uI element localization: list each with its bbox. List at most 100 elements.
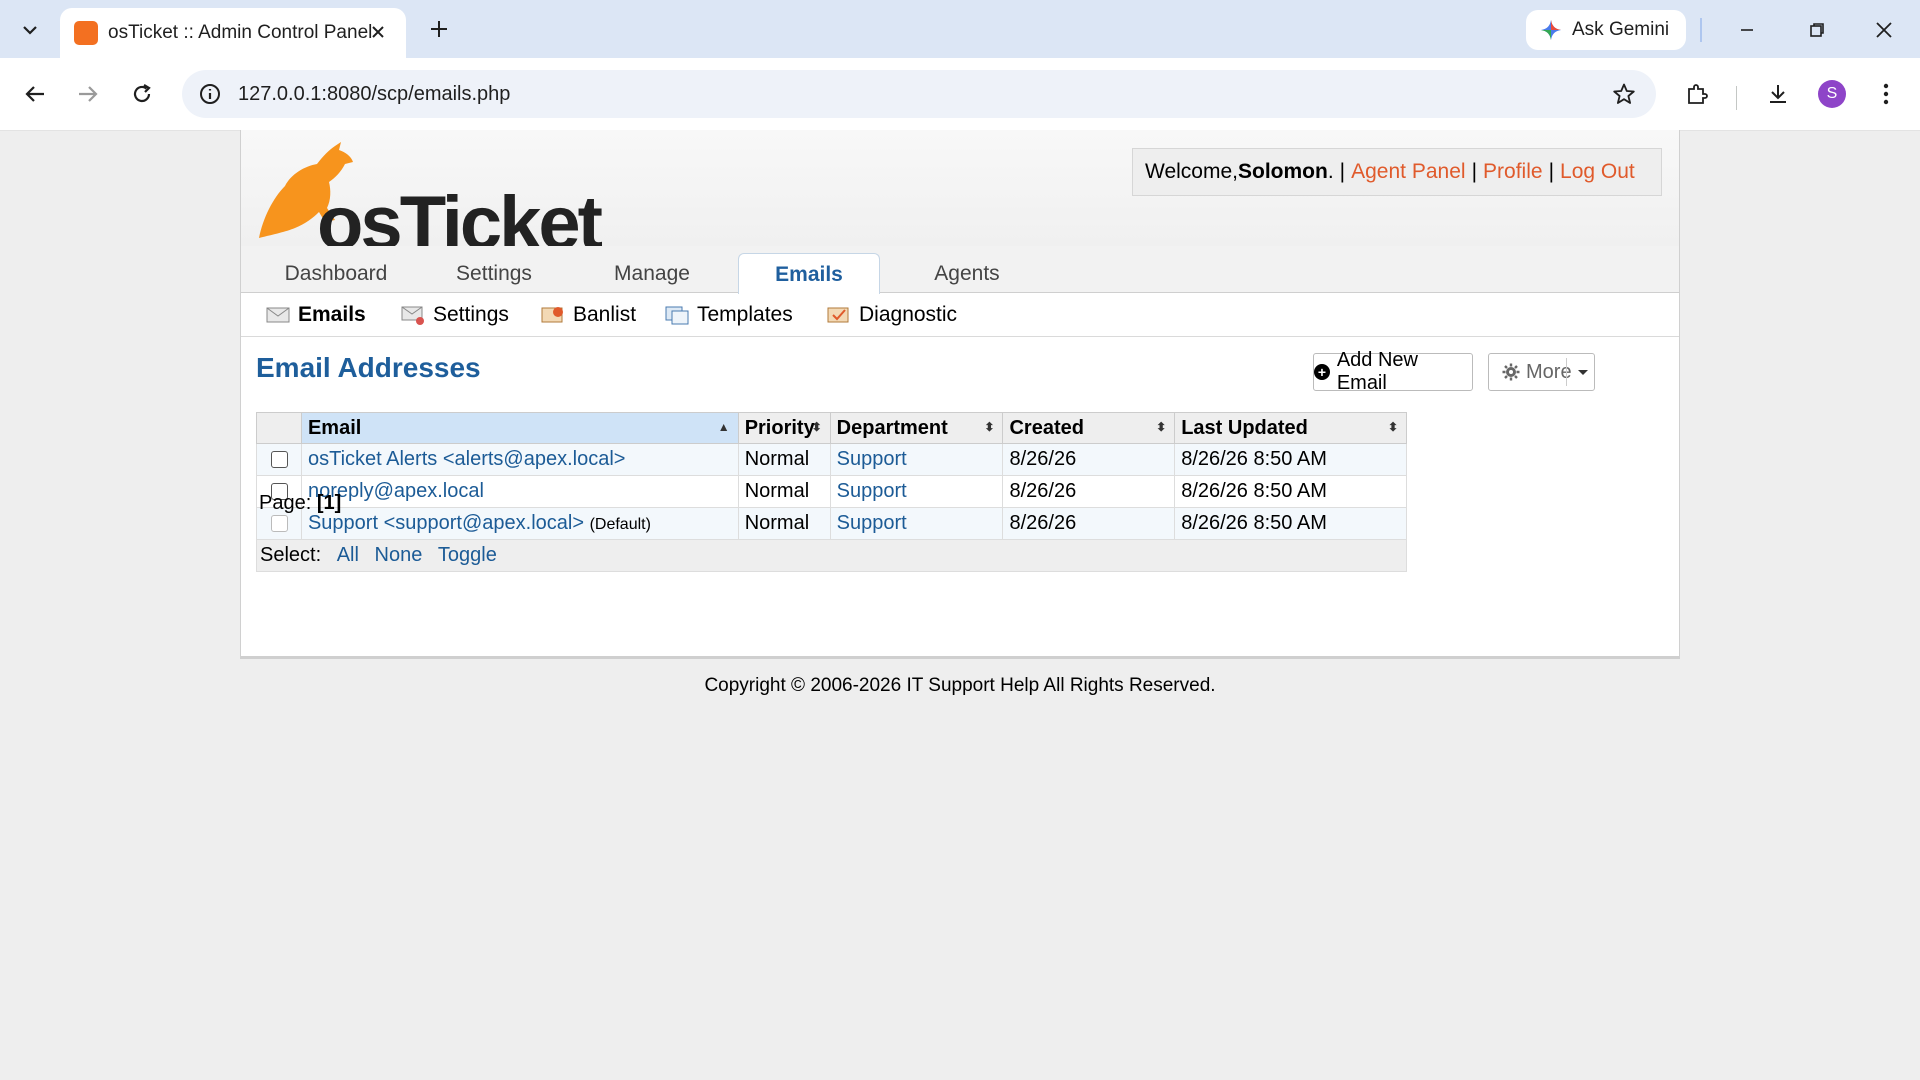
subnav-emails-label: Emails bbox=[298, 303, 366, 326]
logout-link[interactable]: Log Out bbox=[1560, 160, 1635, 184]
table-row: noreply@apex.local Normal Support 8/26/2… bbox=[256, 475, 1407, 508]
priority-cell: Normal bbox=[737, 507, 831, 540]
back-button[interactable] bbox=[15, 74, 55, 114]
forward-button[interactable] bbox=[68, 74, 108, 114]
subnav-diagnostic[interactable]: Diagnostic bbox=[827, 300, 957, 330]
tab-manage[interactable]: Manage bbox=[581, 256, 723, 292]
welcome-prefix: Welcome, bbox=[1145, 160, 1238, 183]
row-checkbox[interactable] bbox=[271, 451, 288, 468]
bookmark-star-icon[interactable] bbox=[1610, 80, 1638, 108]
subnav-templates[interactable]: Templates bbox=[665, 300, 793, 330]
default-tag: (Default) bbox=[589, 516, 651, 533]
reload-button[interactable] bbox=[122, 74, 162, 114]
select-none-link[interactable]: None bbox=[375, 544, 423, 566]
department-link[interactable]: Support bbox=[837, 448, 907, 470]
column-header-department[interactable]: Department ⬍ bbox=[829, 412, 1004, 444]
extensions-button[interactable] bbox=[1677, 74, 1717, 114]
minimize-icon bbox=[1741, 29, 1753, 31]
sub-nav: Emails Settings Banlist Templates Diagno… bbox=[241, 292, 1679, 337]
profile-avatar[interactable]: S bbox=[1818, 80, 1846, 108]
url-text[interactable]: 127.0.0.1:8080/scp/emails.php bbox=[238, 83, 510, 106]
email-settings-icon bbox=[401, 306, 424, 325]
separator: | bbox=[1471, 160, 1478, 183]
osticket-favicon-icon bbox=[74, 21, 98, 45]
current-page: [1] bbox=[316, 492, 342, 514]
subnav-banlist[interactable]: Banlist bbox=[541, 300, 636, 330]
tab-emails[interactable]: Emails bbox=[738, 253, 880, 294]
column-label: Department bbox=[836, 416, 948, 439]
updated-cell: 8/26/26 8:50 AM bbox=[1174, 507, 1407, 540]
select-toggle-link[interactable]: Toggle bbox=[438, 544, 497, 566]
created-cell: 8/26/26 bbox=[1002, 475, 1176, 508]
tab-agents[interactable]: Agents bbox=[896, 256, 1038, 292]
browser-toolbar: 127.0.0.1:8080/scp/emails.php bbox=[0, 58, 1920, 131]
subnav-templates-label: Templates bbox=[697, 303, 793, 326]
close-tab-icon[interactable] bbox=[366, 20, 390, 44]
profile-link[interactable]: Profile bbox=[1483, 160, 1543, 184]
select-all-link[interactable]: All bbox=[337, 544, 359, 566]
email-link[interactable]: Support <support@apex.local> bbox=[308, 512, 584, 534]
address-bar[interactable]: 127.0.0.1:8080/scp/emails.php bbox=[182, 70, 1656, 118]
created-cell: 8/26/26 bbox=[1002, 443, 1176, 476]
browser-tabstrip: osTicket :: Admin Control Panel Ask Gemi… bbox=[0, 0, 1920, 58]
user-info-box: Welcome, Solomon . | Agent Panel | Profi… bbox=[1132, 148, 1662, 196]
close-window-button[interactable] bbox=[1862, 12, 1906, 48]
browser-menu-button[interactable] bbox=[1866, 74, 1906, 114]
browser-tab-active[interactable]: osTicket :: Admin Control Panel bbox=[60, 8, 406, 58]
arrow-right-icon bbox=[79, 86, 98, 102]
subnav-diagnostic-label: Diagnostic bbox=[859, 303, 958, 326]
tab-settings[interactable]: Settings bbox=[423, 256, 565, 292]
minimize-button[interactable] bbox=[1725, 12, 1769, 48]
close-icon bbox=[1876, 22, 1892, 38]
welcome-suffix: . bbox=[1327, 160, 1334, 183]
department-link[interactable]: Support bbox=[837, 480, 907, 502]
column-label: Email bbox=[307, 416, 362, 439]
tab-dashboard[interactable]: Dashboard bbox=[265, 256, 407, 292]
add-new-email-button[interactable]: + Add New Email bbox=[1313, 349, 1473, 394]
email-link[interactable]: osTicket Alerts <alerts@apex.local> bbox=[308, 448, 625, 470]
updated-cell: 8/26/26 8:50 AM bbox=[1174, 443, 1407, 476]
agent-panel-link[interactable]: Agent Panel bbox=[1351, 160, 1465, 184]
downloads-button[interactable] bbox=[1758, 74, 1798, 114]
column-header-email[interactable]: Email ▲ bbox=[300, 412, 739, 444]
restore-button[interactable] bbox=[1795, 12, 1839, 48]
envelope-icon bbox=[266, 307, 290, 323]
site-info-icon[interactable] bbox=[196, 80, 224, 108]
column-header-created[interactable]: Created ⬍ bbox=[1002, 412, 1176, 444]
separator: | bbox=[1339, 160, 1346, 183]
subnav-settings[interactable]: Settings bbox=[401, 300, 509, 330]
main-nav: Dashboard Settings Manage Emails Agents bbox=[241, 246, 1679, 294]
sort-icon: ⬍ bbox=[811, 420, 822, 434]
osticket-logo[interactable]: osTicket bbox=[255, 138, 603, 266]
pagination: Page: [1] bbox=[259, 492, 341, 515]
page-title: Email Addresses bbox=[256, 352, 481, 383]
select-column-header bbox=[256, 412, 302, 444]
ask-gemini-button[interactable]: Ask Gemini bbox=[1526, 10, 1686, 50]
new-tab-button[interactable] bbox=[422, 12, 456, 46]
avatar-initial: S bbox=[1826, 85, 1838, 102]
updated-cell: 8/26/26 8:50 AM bbox=[1174, 475, 1407, 508]
button-divider bbox=[1566, 358, 1567, 386]
banlist-icon bbox=[541, 307, 563, 323]
page-label: Page: bbox=[259, 492, 312, 514]
download-icon bbox=[1770, 85, 1786, 103]
department-link[interactable]: Support bbox=[837, 512, 907, 534]
table-header-row: Email ▲ Priority ⬍ Department ⬍ Created ⬍ La… bbox=[256, 412, 1407, 444]
tab-search-button[interactable] bbox=[12, 12, 48, 48]
arrow-left-icon bbox=[25, 86, 44, 102]
chevron-down-icon bbox=[23, 26, 37, 35]
priority-cell: Normal bbox=[737, 475, 831, 508]
more-label: More bbox=[1526, 360, 1572, 383]
window-divider bbox=[1700, 18, 1702, 42]
column-header-priority[interactable]: Priority ⬍ bbox=[737, 412, 831, 444]
caret-down-icon bbox=[1578, 370, 1588, 375]
kebab-menu-icon bbox=[1883, 83, 1889, 105]
subnav-banlist-label: Banlist bbox=[573, 303, 637, 326]
column-header-last-updated[interactable]: Last Updated ⬍ bbox=[1174, 412, 1407, 444]
created-cell: 8/26/26 bbox=[1002, 507, 1176, 540]
more-actions-button[interactable]: More bbox=[1488, 353, 1595, 391]
site-header: osTicket Welcome, Solomon . | Agent Pane… bbox=[241, 130, 1679, 266]
tab-title: osTicket :: Admin Control Panel bbox=[108, 22, 373, 43]
sort-icon: ⬍ bbox=[984, 420, 995, 434]
subnav-emails[interactable]: Emails bbox=[266, 300, 366, 330]
